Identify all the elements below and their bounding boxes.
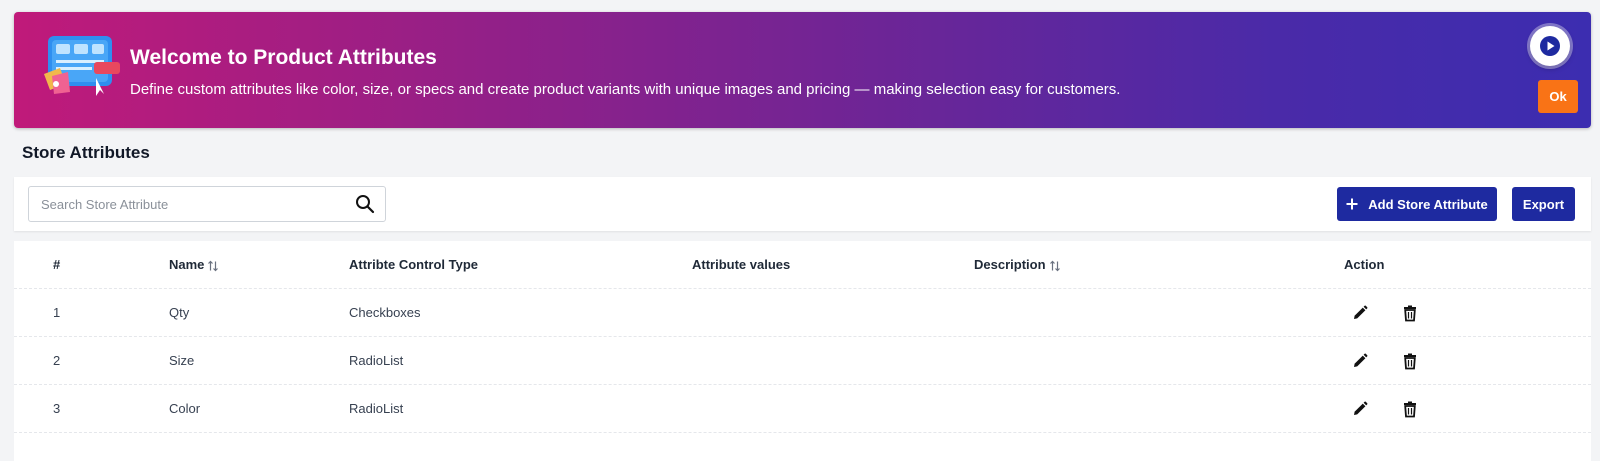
row-number: 2 [53,353,61,368]
play-icon [1540,36,1560,56]
row-name: Size [169,353,195,368]
column-header-description-label: Description [974,257,1046,272]
ok-button[interactable]: Ok [1538,80,1578,113]
export-button[interactable]: Export [1512,187,1575,221]
toolbar: Add Store Attribute Export [14,177,1591,231]
column-header-action: Action [1344,257,1385,272]
plus-icon [1346,198,1358,210]
product-attributes-illustration [44,36,120,96]
search-icon[interactable] [355,194,375,214]
table-row: 3 Color RadioList [14,385,1591,433]
column-header-control-type: Attribte Control Type [349,257,479,272]
column-header-number: # [53,257,61,272]
row-control-type: Checkboxes [349,305,421,320]
delete-icon[interactable] [1401,304,1419,322]
page-title: Store Attributes [22,143,150,162]
column-header-name[interactable]: Name [169,241,219,289]
banner-description: Define custom attributes like color, siz… [130,81,1121,98]
search-input[interactable] [29,187,339,221]
edit-icon[interactable] [1351,400,1369,418]
table-header-row: # Name Attribte Control Type Attribute v… [14,241,1591,289]
row-control-type: RadioList [349,353,404,368]
row-name: Color [169,401,201,416]
add-store-attribute-button[interactable]: Add Store Attribute [1337,187,1497,221]
search-box [28,186,386,222]
sort-icon[interactable] [207,260,219,272]
row-number: 3 [53,401,61,416]
sort-icon[interactable] [1049,260,1061,272]
table-row: 1 Qty Checkboxes [14,289,1591,337]
banner-title: Welcome to Product Attributes [130,46,437,69]
welcome-banner: Welcome to Product Attributes Define cus… [14,12,1591,128]
row-name: Qty [169,305,190,320]
table-row: 2 Size RadioList [14,337,1591,385]
delete-icon[interactable] [1401,352,1419,370]
row-number: 1 [53,305,61,320]
delete-icon[interactable] [1401,400,1419,418]
play-video-button[interactable] [1530,26,1570,66]
add-store-attribute-label: Add Store Attribute [1368,196,1488,212]
attributes-table: # Name Attribte Control Type Attribute v… [14,241,1591,461]
edit-icon[interactable] [1351,352,1369,370]
column-header-attribute-values: Attribute values [692,257,791,272]
column-header-description[interactable]: Description [974,241,1061,289]
column-header-name-label: Name [169,257,205,272]
edit-icon[interactable] [1351,304,1369,322]
row-control-type: RadioList [349,401,404,416]
